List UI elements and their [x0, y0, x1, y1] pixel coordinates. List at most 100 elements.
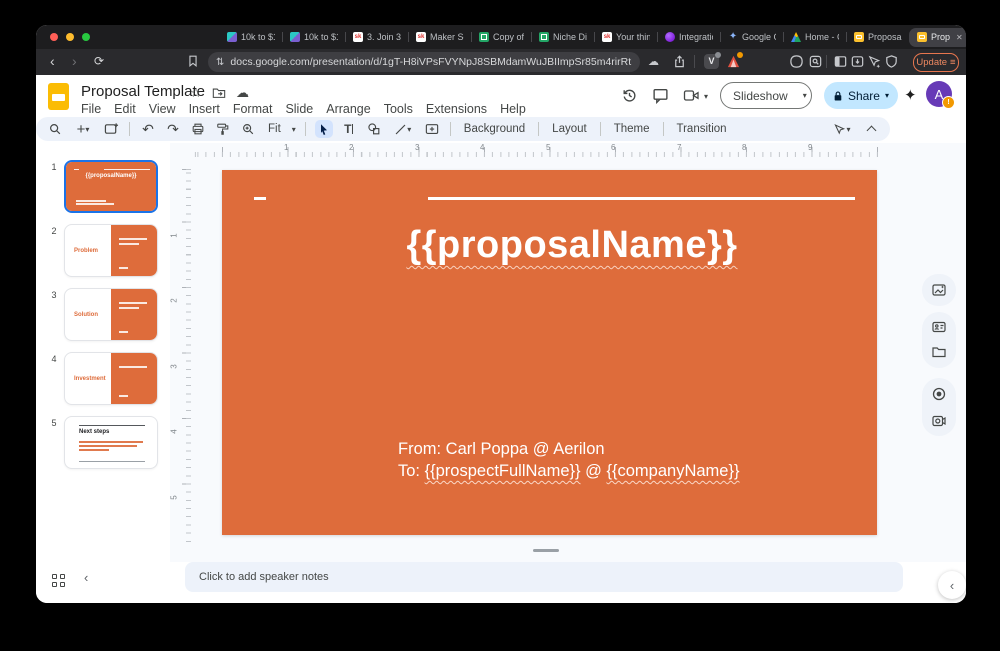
- browser-tab[interactable]: 10k to $1: [220, 25, 282, 49]
- extension-shield-icon[interactable]: V: [704, 54, 719, 69]
- search-tabs-icon[interactable]: [808, 54, 823, 69]
- reload-button[interactable]: ⟳: [94, 54, 104, 68]
- browser-tab[interactable]: Niche Di: [532, 25, 594, 49]
- slide-thumbnail-5[interactable]: Next steps: [64, 416, 158, 469]
- menu-bar: File Edit View Insert Format Slide Arran…: [81, 102, 526, 116]
- sidebar-toggle-icon[interactable]: [833, 54, 848, 69]
- browser-tab[interactable]: Copy of: [472, 25, 531, 49]
- text-box-tool-button[interactable]: T: [340, 120, 358, 138]
- document-title[interactable]: Proposal Template: [81, 83, 205, 100]
- browser-tab[interactable]: 10k to $1: [283, 25, 345, 49]
- camera-capture-icon[interactable]: [931, 413, 947, 429]
- back-button[interactable]: ‹: [50, 53, 55, 69]
- slide-thumbnail-2[interactable]: Problem: [64, 224, 158, 277]
- privacy-shield-icon[interactable]: [884, 54, 899, 69]
- version-history-icon[interactable]: [621, 87, 638, 104]
- slides-logo-icon[interactable]: [48, 83, 69, 110]
- browser-tab-active[interactable]: Prop✕: [909, 28, 966, 47]
- star-icon[interactable]: ☆: [190, 85, 202, 101]
- menu-format[interactable]: Format: [233, 102, 273, 116]
- browser-tab[interactable]: skYour thin: [595, 25, 657, 49]
- chevron-down-icon[interactable]: ▾: [704, 92, 708, 101]
- menu-help[interactable]: Help: [500, 102, 526, 116]
- minimize-window-button[interactable]: [66, 33, 74, 41]
- menu-insert[interactable]: Insert: [189, 102, 220, 116]
- gemini-star-icon[interactable]: ✦: [904, 86, 917, 104]
- select-tool-button[interactable]: [315, 120, 333, 138]
- slide-thumbnail-3[interactable]: Solution: [64, 288, 158, 341]
- slide-to-line[interactable]: To: {{prospectFullName}} @ {{companyName…: [398, 462, 739, 481]
- comments-icon[interactable]: [652, 87, 669, 104]
- avatar[interactable]: A !: [926, 81, 952, 107]
- chevron-down-icon[interactable]: ▾: [292, 125, 296, 134]
- browser-tab[interactable]: skMaker Sc: [409, 25, 471, 49]
- background-button[interactable]: Background: [460, 123, 529, 135]
- print-button[interactable]: [189, 120, 207, 138]
- menu-view[interactable]: View: [149, 102, 176, 116]
- side-panel-collapse-button[interactable]: ‹: [938, 571, 966, 599]
- paint-format-button[interactable]: [214, 120, 232, 138]
- transition-button[interactable]: Transition: [673, 123, 731, 135]
- theme-button[interactable]: Theme: [610, 123, 654, 135]
- notes-drag-handle[interactable]: [533, 549, 559, 552]
- chevron-down-icon[interactable]: ▾: [796, 91, 814, 100]
- new-presentation-icon[interactable]: [102, 120, 120, 138]
- slide-thumbnail-1[interactable]: {{proposalName}}: [64, 160, 158, 213]
- ai-cursor-icon[interactable]: [867, 54, 882, 69]
- menu-slide[interactable]: Slide: [285, 102, 313, 116]
- search-menus-icon[interactable]: [46, 120, 64, 138]
- folder-icon[interactable]: [931, 344, 947, 360]
- slide-title-textbox[interactable]: {{proposalName}}: [342, 224, 802, 267]
- layout-button[interactable]: Layout: [548, 123, 591, 135]
- browser-tab[interactable]: sk3. Join 3: [346, 25, 408, 49]
- zoom-select[interactable]: Fit: [264, 123, 285, 135]
- menu-edit[interactable]: Edit: [114, 102, 136, 116]
- line-tool-button[interactable]: ▾: [390, 120, 416, 138]
- current-slide[interactable]: {{proposalName}} From: Carl Poppa @ Aeri…: [222, 170, 877, 535]
- close-tab-icon[interactable]: ✕: [956, 33, 963, 42]
- address-field[interactable]: ⇅ docs.google.com/presentation/d/1gT-H8i…: [208, 52, 640, 72]
- shapes-tool-button[interactable]: [365, 120, 383, 138]
- browser-tab[interactable]: Proposal: [847, 25, 909, 49]
- record-icon[interactable]: [931, 386, 947, 402]
- forward-button[interactable]: ›: [72, 53, 77, 69]
- site-settings-icon[interactable]: ⇅: [216, 57, 224, 68]
- collapse-filmstrip-icon[interactable]: ‹: [84, 570, 88, 585]
- menu-tools[interactable]: Tools: [384, 102, 413, 116]
- pen-tools-button[interactable]: ▾: [829, 120, 855, 138]
- slide-thumbnail-4[interactable]: Investment: [64, 352, 158, 405]
- slideshow-button[interactable]: Slideshow ▾: [720, 82, 812, 109]
- image-sparkle-icon[interactable]: [931, 282, 947, 298]
- menu-file[interactable]: File: [81, 102, 101, 116]
- extension-triangle-icon[interactable]: [726, 54, 741, 69]
- bookmark-icon[interactable]: [186, 54, 200, 68]
- offline-cloud-icon[interactable]: ☁: [648, 55, 659, 68]
- slide-from-line[interactable]: From: Carl Poppa @ Aerilon: [398, 440, 605, 459]
- share-page-icon[interactable]: [672, 54, 687, 69]
- close-window-button[interactable]: [50, 33, 58, 41]
- browser-tab[interactable]: ✦Google C: [721, 25, 783, 49]
- redo-button[interactable]: ↷: [164, 120, 182, 138]
- menu-extensions[interactable]: Extensions: [426, 102, 487, 116]
- maximize-window-button[interactable]: [82, 33, 90, 41]
- move-folder-icon[interactable]: [212, 87, 226, 99]
- ruler-number: 2: [349, 143, 353, 152]
- contact-card-icon[interactable]: [931, 319, 947, 335]
- grid-view-icon[interactable]: [52, 574, 65, 587]
- share-button[interactable]: Share ▾: [824, 82, 898, 109]
- undo-button[interactable]: ↶: [139, 120, 157, 138]
- meet-videocam-icon[interactable]: [683, 88, 700, 103]
- speaker-notes-box[interactable]: Click to add speaker notes: [185, 562, 903, 592]
- zoom-in-icon[interactable]: [239, 120, 257, 138]
- downloads-icon[interactable]: [850, 54, 865, 69]
- lock-icon: [833, 90, 843, 102]
- collapse-toolbar-button[interactable]: [862, 120, 880, 138]
- new-slide-button[interactable]: +▾: [71, 120, 95, 138]
- browser-tab[interactable]: Integratio: [658, 25, 720, 49]
- browser-tab[interactable]: Home - C: [784, 25, 846, 49]
- update-browser-button[interactable]: Update≡: [913, 53, 959, 72]
- menu-arrange[interactable]: Arrange: [326, 102, 370, 116]
- chevron-down-icon[interactable]: ▾: [885, 91, 889, 100]
- insert-comment-button[interactable]: [423, 120, 441, 138]
- squircle-extension-icon[interactable]: [789, 54, 804, 69]
